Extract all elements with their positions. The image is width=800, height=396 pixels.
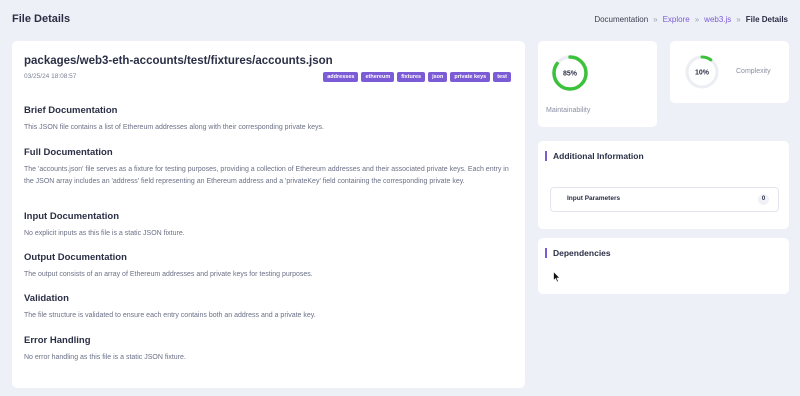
breadcrumb-separator: »: [694, 15, 700, 24]
additional-info-title: Additional Information: [545, 151, 644, 161]
section-output: Output Documentation The output consists…: [24, 252, 514, 281]
page-title: File Details: [12, 13, 71, 25]
section-brief: Brief Documentation This JSON file conta…: [24, 105, 514, 134]
gauge-value: 10%: [695, 70, 710, 77]
section-title: Full Documentation: [24, 147, 113, 158]
tag-json[interactable]: json: [428, 72, 448, 82]
section-text: No explicit inputs as this file is a sta…: [24, 230, 185, 237]
tag-fixtures[interactable]: fixtures: [397, 72, 426, 82]
tag-ethereum[interactable]: ethereum: [361, 72, 395, 82]
tag-addresses[interactable]: addresses: [323, 72, 359, 82]
complexity-label: Complexity: [736, 68, 771, 75]
maintainability-gauge: 85%: [552, 55, 588, 91]
maintainability-label: Maintainability: [546, 107, 591, 114]
mouse-cursor-icon: [553, 271, 561, 283]
section-text: The file structure is validated to ensur…: [24, 312, 316, 319]
complexity-gauge: 10%: [685, 55, 719, 89]
file-details-card: packages/web3-eth-accounts/test/fixtures…: [12, 41, 525, 388]
top-bar: File Details Documentation » Explore » w…: [0, 0, 800, 42]
section-text: This JSON file contains a list of Ethere…: [24, 124, 324, 131]
section-full: Full Documentation The 'accounts.json' f…: [24, 147, 514, 187]
maintainability-card: 85% Maintainability: [538, 41, 657, 127]
tag-test[interactable]: test: [493, 72, 511, 82]
section-text: The output consists of an array of Ether…: [24, 271, 313, 278]
section-validation: Validation The file structure is validat…: [24, 293, 514, 322]
section-error-handling: Error Handling No error handling as this…: [24, 335, 514, 364]
section-title: Error Handling: [24, 335, 91, 346]
input-parameters-count-badge: 0: [758, 194, 769, 205]
dependencies-title: Dependencies: [545, 248, 611, 258]
dependencies-card: Dependencies: [538, 238, 789, 294]
tag-list: addresses ethereum fixtures json private…: [323, 72, 511, 82]
section-text: The 'accounts.json' file serves as a fix…: [24, 166, 509, 185]
section-text: No error handling as this file is a stat…: [24, 354, 186, 361]
section-title: Validation: [24, 293, 69, 304]
tag-private-keys[interactable]: private keys: [450, 72, 491, 82]
breadcrumb-current: File Details: [745, 15, 788, 24]
section-title: Brief Documentation: [24, 105, 118, 116]
breadcrumb-repo[interactable]: web3.js: [704, 15, 731, 24]
file-date: 03/25/24 18:08:57: [24, 73, 77, 80]
gauge-value: 85%: [563, 71, 578, 78]
breadcrumb-separator: »: [736, 15, 741, 24]
complexity-card: 10% Complexity: [670, 41, 789, 103]
input-parameters-row[interactable]: Input Parameters 0: [550, 187, 779, 212]
breadcrumb-separator: »: [653, 15, 658, 24]
section-title: Input Documentation: [24, 211, 119, 222]
breadcrumb: Documentation » Explore » web3.js » File…: [594, 15, 788, 24]
input-parameters-label: Input Parameters: [567, 195, 621, 202]
section-title: Output Documentation: [24, 252, 127, 263]
file-path: packages/web3-eth-accounts/test/fixtures…: [24, 55, 333, 67]
section-input: Input Documentation No explicit inputs a…: [24, 211, 514, 240]
breadcrumb-documentation: Documentation: [594, 15, 649, 24]
breadcrumb-explore[interactable]: Explore: [663, 15, 690, 24]
additional-info-card: Additional Information Input Parameters …: [538, 141, 789, 229]
